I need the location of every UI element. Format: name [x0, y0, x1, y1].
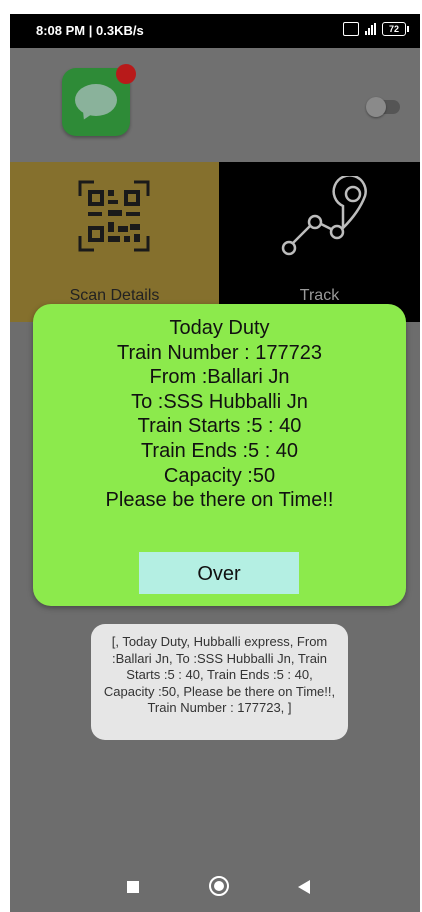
dialog-line: From :Ballari Jn — [149, 366, 290, 389]
recents-icon[interactable] — [127, 881, 139, 893]
scan-details-tile[interactable]: Scan Details — [10, 162, 219, 322]
dialog-line: Please be there on Time!! — [105, 489, 334, 512]
status-icons: 72 — [343, 22, 409, 36]
status-time: 8:08 PM | 0.3KB/s — [36, 23, 144, 38]
app-header — [10, 48, 420, 162]
qr-code-icon — [78, 180, 150, 252]
toggle-switch[interactable] — [366, 97, 400, 117]
dialog-line: Train Number : 177723 — [117, 341, 322, 364]
dialog-message: Today Duty Train Number : 177723 From :B… — [33, 316, 406, 513]
sim-card-icon — [343, 22, 359, 36]
battery-icon: 72 — [382, 22, 409, 36]
duty-dialog: Today Duty Train Number : 177723 From :B… — [33, 304, 406, 606]
phone-screen: 8:08 PM | 0.3KB/s 72 Scan Details Track … — [10, 14, 420, 912]
status-bar: 8:08 PM | 0.3KB/s 72 — [10, 14, 420, 48]
dialog-line: Capacity :50 — [163, 464, 276, 487]
toggle-knob — [366, 97, 386, 117]
message-bubble-icon[interactable] — [62, 64, 136, 136]
notification-dot-icon — [116, 64, 136, 84]
signal-icon — [365, 23, 376, 35]
track-tile[interactable]: Track — [219, 162, 420, 322]
navigation-bar — [10, 866, 420, 912]
track-label: Track — [299, 287, 340, 304]
over-button[interactable]: Over — [139, 552, 299, 594]
dialog-line: Train Ends :5 : 40 — [140, 439, 299, 462]
back-icon[interactable] — [298, 880, 310, 894]
home-icon[interactable] — [209, 876, 229, 896]
dialog-line: Train Starts :5 : 40 — [137, 415, 302, 438]
dialog-line: Today Duty — [169, 317, 270, 339]
toast-message: [, Today Duty, Hubballi express, From :B… — [91, 624, 348, 740]
dialog-line: To :SSS Hubballi Jn — [131, 390, 308, 413]
route-icon — [281, 176, 367, 256]
scan-details-label: Scan Details — [69, 287, 160, 304]
